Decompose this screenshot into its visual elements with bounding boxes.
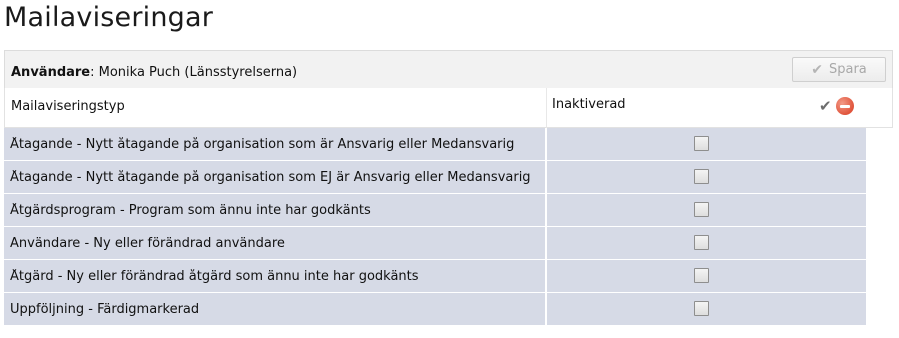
confirm-icon[interactable]: ✔ [819,97,832,115]
column-divider [545,293,547,325]
notification-list: Åtagande - Nytt åtagande på organisation… [4,128,866,326]
notification-type-label: Åtagande - Nytt åtagande på organisation… [10,137,515,152]
column-divider [545,128,547,160]
table-row: Användare - Ny eller förändrad användare [4,227,866,260]
column-header-inactive: Inaktiverad [552,97,626,112]
inactive-checkbox[interactable] [694,268,709,283]
table-row: Uppföljning - Färdigmarkerad [4,293,866,326]
user-label-colon: : [90,65,99,80]
user-label: Användare [11,65,91,80]
table-row: Åtagande - Nytt åtagande på organisation… [4,128,866,161]
save-button-label: Spara [828,62,867,77]
notification-type-label: Åtgärd - Ny eller förändrad åtgärd som ä… [10,269,419,284]
check-icon: ✔ [811,61,823,78]
notification-type-label: Användare - Ny eller förändrad användare [10,236,285,251]
user-bar: Användare: Monika Puch (Länsstyrelserna)… [4,50,893,88]
notification-type-label: Uppföljning - Färdigmarkerad [10,302,200,317]
user-info: Användare: Monika Puch (Länsstyrelserna) [11,65,297,80]
table-header: Mailaviseringstyp Inaktiverad ✔ [4,88,893,128]
inactive-checkbox[interactable] [694,301,709,316]
user-name: Monika Puch (Länsstyrelserna) [98,65,298,80]
remove-icon[interactable] [835,97,854,115]
column-divider [546,88,547,128]
page-title: Mailaviseringar [4,2,214,33]
table-row: Åtgärdsprogram - Program som ännu inte h… [4,194,866,227]
header-actions: ✔ [819,97,854,115]
inactive-checkbox[interactable] [694,235,709,250]
notification-type-label: Åtgärdsprogram - Program som ännu inte h… [10,203,371,218]
inactive-checkbox[interactable] [694,202,709,217]
notification-type-label: Åtagande - Nytt åtagande på organisation… [10,170,531,185]
table-row: Åtgärd - Ny eller förändrad åtgärd som ä… [4,260,866,293]
column-divider [545,227,547,259]
table-row: Åtagande - Nytt åtagande på organisation… [4,161,866,194]
column-divider [545,161,547,193]
column-divider [545,194,547,226]
inactive-checkbox[interactable] [694,169,709,184]
column-divider [545,260,547,292]
column-header-type: Mailaviseringstyp [11,99,125,114]
inactive-checkbox[interactable] [694,136,709,151]
notification-settings-panel: Användare: Monika Puch (Länsstyrelserna)… [4,50,893,326]
save-button[interactable]: ✔ Spara [792,57,886,82]
